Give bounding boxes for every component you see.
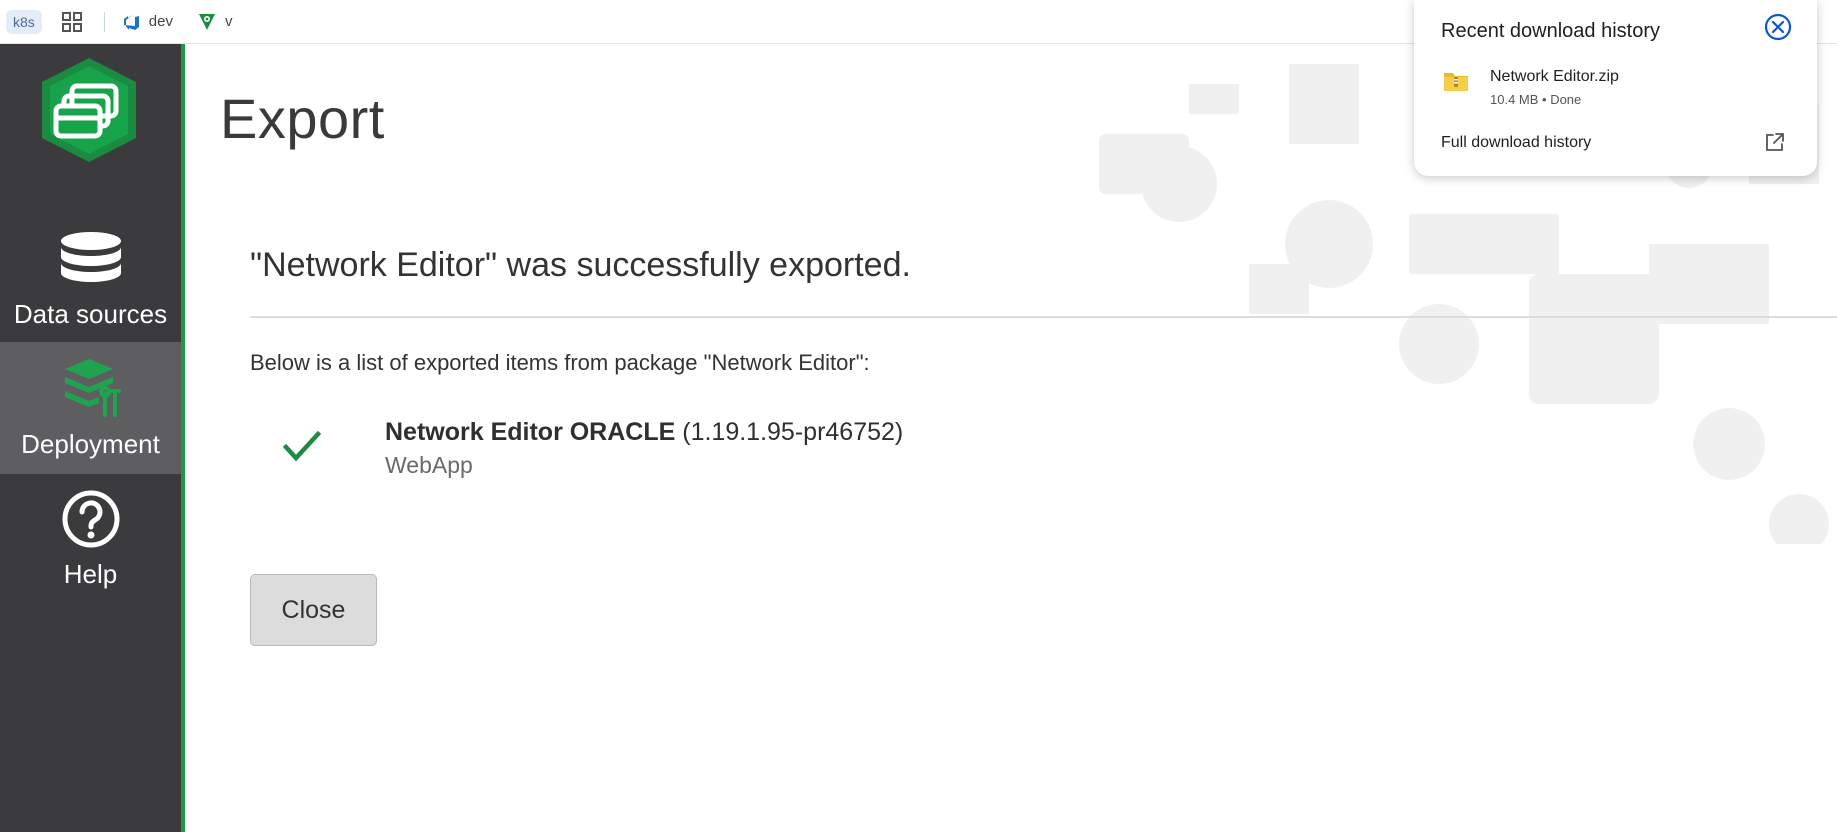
export-list-intro: Below is a list of exported items from p…: [250, 350, 870, 375]
bookmark-dev[interactable]: dev: [121, 12, 173, 32]
bookmark-k8s[interactable]: k8s: [6, 9, 42, 34]
sidebar: Data sources Deployment Help: [0, 44, 185, 832]
bookmark-separator: [103, 11, 105, 32]
apps-grid-icon[interactable]: [61, 11, 82, 32]
download-file-status: 10.4 MB • Done: [1490, 92, 1582, 107]
question-icon: [62, 490, 119, 548]
sidebar-item-label: Deployment: [21, 429, 160, 459]
sidebar-item-help[interactable]: Help: [0, 474, 181, 604]
close-button[interactable]: Close: [250, 574, 377, 646]
download-file-name: Network Editor.zip: [1490, 68, 1619, 85]
bookmark-v[interactable]: v: [197, 12, 233, 32]
database-icon: [60, 232, 121, 282]
zip-folder-icon: [1443, 68, 1469, 94]
close-icon[interactable]: [1763, 12, 1793, 42]
exported-item-title: Network Editor ORACLE: [385, 418, 676, 446]
full-download-history-link[interactable]: Full download history: [1441, 134, 1591, 152]
app-logo[interactable]: [36, 56, 142, 164]
page-title: Export: [220, 87, 385, 150]
exported-item-name: Network Editor ORACLE (1.19.1.95-pr46752…: [385, 418, 903, 447]
sidebar-item-deployment[interactable]: Deployment: [0, 342, 181, 474]
azure-devops-icon: [123, 13, 139, 30]
sidebar-item-data-sources[interactable]: Data sources: [0, 214, 181, 344]
sidebar-item-label: Data sources: [13, 299, 168, 329]
checkmark-icon: [282, 429, 322, 465]
exported-item-type: WebApp: [385, 452, 473, 478]
layers-tools-icon: [64, 359, 121, 417]
success-heading: "Network Editor" was successfully export…: [250, 246, 911, 284]
download-item[interactable]: Network Editor.zip 10.4 MB • Done: [1414, 60, 1817, 116]
exported-item-version: (1.19.1.95-pr46752): [682, 418, 904, 446]
bookmark-dev-label: dev: [148, 13, 173, 30]
download-popup-title: Recent download history: [1441, 20, 1661, 42]
bookmark-v-label: v: [224, 13, 233, 30]
download-history-popup: Recent download history Network Editor.z…: [1414, 0, 1817, 176]
map-pin-icon: [198, 13, 215, 30]
divider: [250, 316, 1837, 318]
sidebar-item-label: Help: [63, 559, 118, 589]
open-external-icon[interactable]: [1764, 131, 1786, 153]
